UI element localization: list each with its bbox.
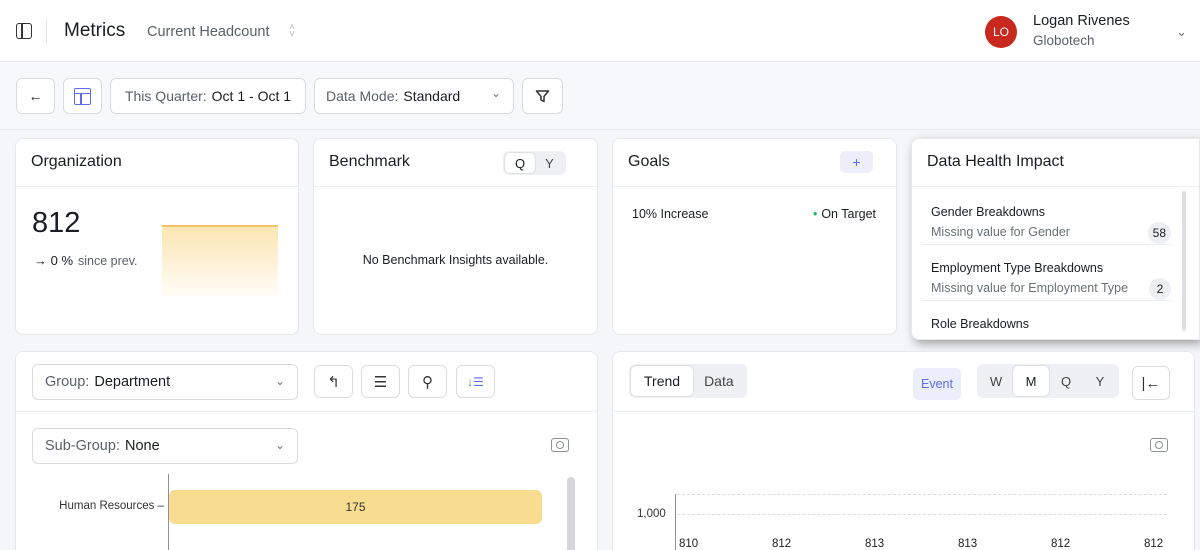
headcount-value: 812 (32, 207, 81, 239)
mode-value: Standard (403, 88, 461, 104)
sidebar-toggle-icon[interactable] (16, 23, 32, 39)
bar-label: Human Resources – (59, 500, 164, 512)
arrow-left-icon: ← (28, 88, 43, 104)
camera-icon[interactable] (551, 438, 569, 452)
breakdown-card: Group: Department ⌄ ↰ ☰ ⚲ ↓☰ Sub-Group: … (15, 351, 598, 550)
sparkline-area (162, 225, 278, 297)
sort-icon: ↓☰ (467, 374, 484, 389)
scrollbar[interactable] (1182, 191, 1186, 331)
metric-selector[interactable]: Current Headcount (147, 24, 270, 40)
sort-button[interactable]: ↓☰ (456, 365, 495, 398)
goals-card: Goals + 10% Increase • On Target (612, 138, 897, 335)
card-header: Benchmark Q Y (314, 139, 597, 187)
data-health-card: Data Health Impact Gender Breakdowns Mis… (911, 138, 1200, 340)
search-person-button[interactable]: ⚲ (408, 365, 447, 398)
card-header: Data Health Impact (912, 139, 1199, 187)
list-item[interactable]: Gender Breakdowns Missing value for Gend… (922, 189, 1172, 245)
search-person-icon: ⚲ (422, 373, 433, 391)
item-title: Gender Breakdowns (931, 205, 1045, 219)
period-label: This Quarter: (124, 88, 207, 104)
empty-message: No Benchmark Insights available. (362, 253, 549, 267)
benchmark-period-toggle: Q Y (503, 151, 566, 175)
item-title: Employment Type Breakdowns (931, 261, 1104, 275)
status-dot-icon: • (812, 207, 818, 221)
card-title: Goals (628, 153, 670, 170)
period-value: Oct 1 - Oct 1 (211, 88, 292, 104)
mode-label: Data Mode: (326, 88, 399, 104)
item-title: Role Breakdowns (931, 317, 1029, 331)
trend-card: Trend Data Event W M Q Y |← 1,000 810 812… (612, 351, 1195, 550)
list-item[interactable]: Employment Type Breakdowns Missing value… (922, 245, 1172, 301)
user-name: Logan Rivenes (1033, 13, 1130, 29)
undo-icon: ↰ (327, 373, 340, 391)
period-selector[interactable]: This Quarter: Oct 1 - Oct 1 (110, 78, 306, 114)
subgroup-label: Sub-Group: (45, 438, 120, 454)
card-title: Benchmark (329, 153, 410, 170)
data-point-label: 810 (679, 538, 699, 550)
filter-button[interactable] (522, 78, 563, 114)
data-point-label: 813 (958, 538, 978, 550)
count-badge: 2 (1149, 278, 1171, 300)
data-mode-select[interactable]: Data Mode: Standard ⌄ (314, 78, 514, 114)
bar-chart: Human Resources – 175 (16, 474, 576, 550)
delta-row: → 0 % since prev. (34, 253, 138, 268)
data-point-label: 812 (1144, 538, 1164, 550)
toggle-q[interactable]: Q (505, 153, 536, 173)
filter-toolbar: ← This Quarter: Oct 1 - Oct 1 Data Mode:… (0, 62, 1200, 130)
item-subtitle: Missing value for Employment Type (931, 281, 1129, 295)
add-goal-button[interactable]: + (840, 151, 873, 173)
layout-icon (74, 87, 91, 105)
card-title: Organization (31, 153, 122, 170)
updown-chevron-icon[interactable]: ˄ ˅ (289, 23, 295, 40)
user-org: Globotech (1033, 33, 1095, 48)
data-point-label: 812 (772, 538, 792, 550)
page-title: Metrics (64, 20, 126, 41)
toggle-y[interactable]: Y (535, 153, 564, 173)
chevron-down-icon: ⌄ (490, 86, 501, 100)
chevron-down-icon: ⌄ (274, 438, 285, 452)
divider (46, 19, 47, 43)
card-header: Organization (16, 139, 298, 187)
group-value: Department (94, 374, 171, 390)
avatar[interactable]: LO (985, 16, 1017, 48)
delta-caption: since prev. (78, 254, 138, 268)
layout-button[interactable] (63, 78, 102, 114)
card-header: Group: Department ⌄ ↰ ☰ ⚲ ↓☰ (16, 352, 597, 412)
top-bar: Metrics Current Headcount ˄ ˅ LO Logan Ri… (0, 0, 1200, 62)
scrollbar[interactable] (567, 477, 575, 550)
goal-status: • On Target (813, 207, 876, 221)
list-icon: ☰ (373, 373, 388, 391)
back-button[interactable]: ← (16, 78, 55, 114)
subgroup-value: None (124, 438, 160, 454)
chevron-down-icon: ⌄ (274, 374, 285, 388)
card-title: Data Health Impact (927, 153, 1064, 170)
chevron-down-icon[interactable]: ⌄ (1176, 24, 1187, 40)
organization-card: Organization 812 → 0 % since prev. (15, 138, 299, 335)
data-point-label: 813 (865, 538, 885, 550)
card-header: Goals + (613, 139, 896, 187)
undo-button[interactable]: ↰ (314, 365, 353, 398)
status-text: On Target (821, 207, 876, 221)
group-label: Group: (45, 374, 90, 390)
data-point-label: 812 (1051, 538, 1071, 550)
benchmark-card: Benchmark Q Y No Benchmark Insights avai… (313, 138, 598, 335)
trend-chart: 810 812 813 813 812 812 (613, 352, 1194, 550)
delta-value: → 0 % (34, 253, 74, 268)
subgroup-select[interactable]: Sub-Group: None ⌄ (32, 428, 298, 464)
bar[interactable]: 175 (169, 490, 542, 524)
group-select[interactable]: Group: Department ⌄ (32, 364, 298, 400)
list-item[interactable]: Role Breakdowns (922, 301, 1172, 339)
list-button[interactable]: ☰ (361, 365, 400, 398)
item-subtitle: Missing value for Gender (931, 225, 1070, 239)
count-badge: 58 (1147, 222, 1171, 244)
goal-name[interactable]: 10% Increase (632, 207, 708, 221)
filter-icon (535, 89, 550, 102)
